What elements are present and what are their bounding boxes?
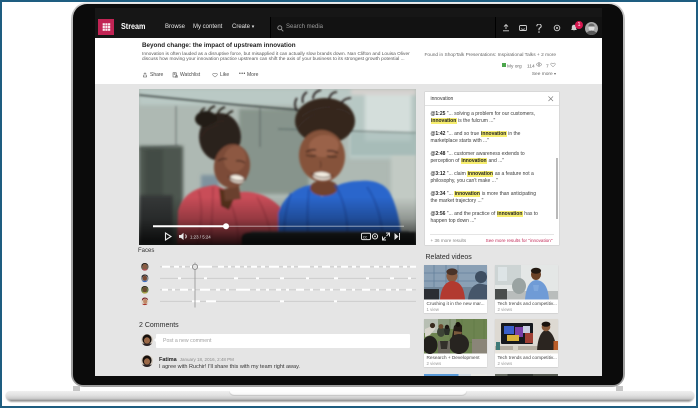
svg-text:1:23 / 5:24: 1:23 / 5:24 xyxy=(190,234,211,239)
svg-text:cc: cc xyxy=(363,234,367,239)
